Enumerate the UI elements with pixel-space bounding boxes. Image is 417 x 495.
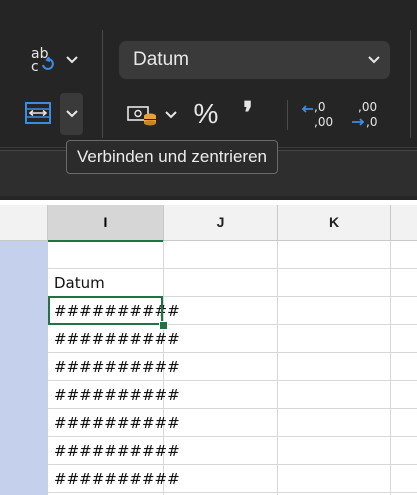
svg-text:,0: ,0 bbox=[314, 100, 325, 114]
cell-i-row-5[interactable]: ########## bbox=[54, 414, 180, 432]
spelling-icon: ab c bbox=[31, 46, 54, 73]
gridline bbox=[48, 492, 417, 493]
number-format-value: Datum bbox=[133, 49, 189, 70]
merge-center-button[interactable] bbox=[20, 96, 56, 130]
active-cell-selection[interactable] bbox=[48, 296, 163, 325]
gridline bbox=[48, 436, 417, 437]
gridline bbox=[48, 268, 417, 269]
row-header-strip bbox=[0, 241, 48, 495]
cell-i-row-3[interactable]: ########## bbox=[54, 358, 180, 376]
svg-text:,00: ,00 bbox=[358, 100, 377, 114]
gridline bbox=[48, 464, 417, 465]
cell-i-row-6[interactable]: ########## bbox=[54, 442, 180, 460]
gridline bbox=[390, 241, 391, 495]
column-headers: I J K bbox=[0, 205, 417, 242]
percent-style-button[interactable]: % bbox=[188, 96, 224, 132]
comma-icon: ❜ bbox=[243, 97, 253, 130]
accounting-format-icon bbox=[127, 106, 156, 126]
increase-decimal-icon: ,00 ,0 bbox=[352, 100, 377, 129]
chevron-down-icon bbox=[66, 56, 78, 64]
ribbon-separator bbox=[102, 30, 103, 138]
accounting-menu-chevron[interactable] bbox=[162, 106, 180, 124]
cell-i-header[interactable]: Datum bbox=[54, 274, 105, 292]
column-header-i[interactable]: I bbox=[48, 205, 164, 242]
gridline bbox=[48, 380, 417, 381]
increase-decimal-button[interactable]: ,00 ,0 bbox=[346, 98, 386, 132]
chevron-down-icon bbox=[165, 111, 177, 119]
column-header-k[interactable]: K bbox=[278, 205, 391, 240]
svg-text:,00: ,00 bbox=[314, 115, 333, 129]
merge-center-menu-chevron[interactable] bbox=[60, 93, 83, 135]
accounting-format-button[interactable] bbox=[124, 100, 160, 130]
chevron-down-icon bbox=[368, 56, 380, 64]
column-header-left-edge bbox=[0, 205, 48, 240]
column-header-j[interactable]: J bbox=[164, 205, 278, 240]
svg-text:,0: ,0 bbox=[366, 115, 377, 129]
cell-i-row-7[interactable]: ########## bbox=[54, 470, 180, 488]
percent-icon: % bbox=[193, 98, 219, 129]
spelling-menu-chevron[interactable] bbox=[62, 50, 82, 70]
merge-center-tooltip: Verbinden und zentrieren bbox=[66, 140, 278, 174]
gridline bbox=[48, 352, 417, 353]
decrease-decimal-icon: ,0 ,00 bbox=[301, 100, 333, 129]
cell-i-row-2[interactable]: ########## bbox=[54, 330, 180, 348]
merge-center-icon bbox=[25, 102, 51, 124]
number-format-dropdown[interactable]: Datum bbox=[119, 41, 390, 79]
column-header-next[interactable] bbox=[391, 205, 417, 240]
cell-i-row-4[interactable]: ########## bbox=[54, 386, 180, 404]
comma-style-button[interactable]: ❜ bbox=[234, 96, 262, 132]
chevron-down-icon bbox=[65, 110, 78, 118]
fill-handle[interactable] bbox=[159, 321, 168, 330]
gridline bbox=[48, 408, 417, 409]
gridline bbox=[277, 241, 278, 495]
decrease-decimal-button[interactable]: ,0 ,00 bbox=[300, 98, 340, 132]
svg-text:c: c bbox=[31, 59, 39, 73]
spelling-button[interactable]: ab c bbox=[24, 42, 60, 76]
ribbon-edge-separator bbox=[410, 30, 411, 138]
ribbon-separator bbox=[287, 100, 288, 130]
